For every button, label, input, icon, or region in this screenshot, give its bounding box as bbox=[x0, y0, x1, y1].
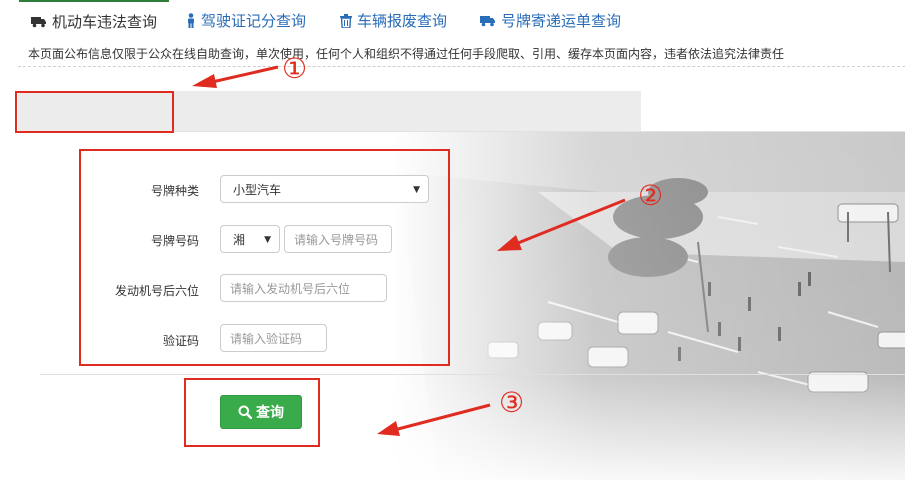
truck-icon bbox=[480, 15, 496, 27]
tab-license-points[interactable]: 驾驶证记分查询 bbox=[186, 0, 306, 41]
annotation-step-1: ① bbox=[282, 52, 308, 85]
tab-label: 机动车违法查询 bbox=[52, 13, 158, 31]
annotation-box-form bbox=[79, 149, 450, 366]
tab-label: 车辆报废查询 bbox=[357, 12, 448, 30]
annotation-step-3: ③ bbox=[499, 386, 525, 419]
annotation-box-button bbox=[184, 378, 320, 447]
annotation-box-tab bbox=[15, 91, 174, 133]
arrow-1 bbox=[192, 65, 279, 88]
tab-vehicle-scrap[interactable]: 车辆报废查询 bbox=[340, 0, 447, 41]
tab-vehicle-violation[interactable]: 机动车违法查询 bbox=[19, 0, 169, 41]
truck-icon bbox=[31, 16, 47, 28]
annotation-step-2: ② bbox=[638, 179, 664, 212]
tab-label: 驾驶证记分查询 bbox=[201, 12, 307, 30]
form-divider bbox=[40, 374, 905, 375]
person-icon bbox=[186, 13, 196, 28]
tab-label: 号牌寄递运单查询 bbox=[501, 12, 622, 30]
notice-divider bbox=[18, 66, 905, 67]
notice-text: 本页面公布信息仅限于公众在线自助查询，单次使用，任何个人和组织不得通过任何手段爬… bbox=[28, 47, 785, 61]
trash-icon bbox=[340, 13, 352, 28]
tab-plate-waybill[interactable]: 号牌寄递运单查询 bbox=[480, 0, 621, 41]
